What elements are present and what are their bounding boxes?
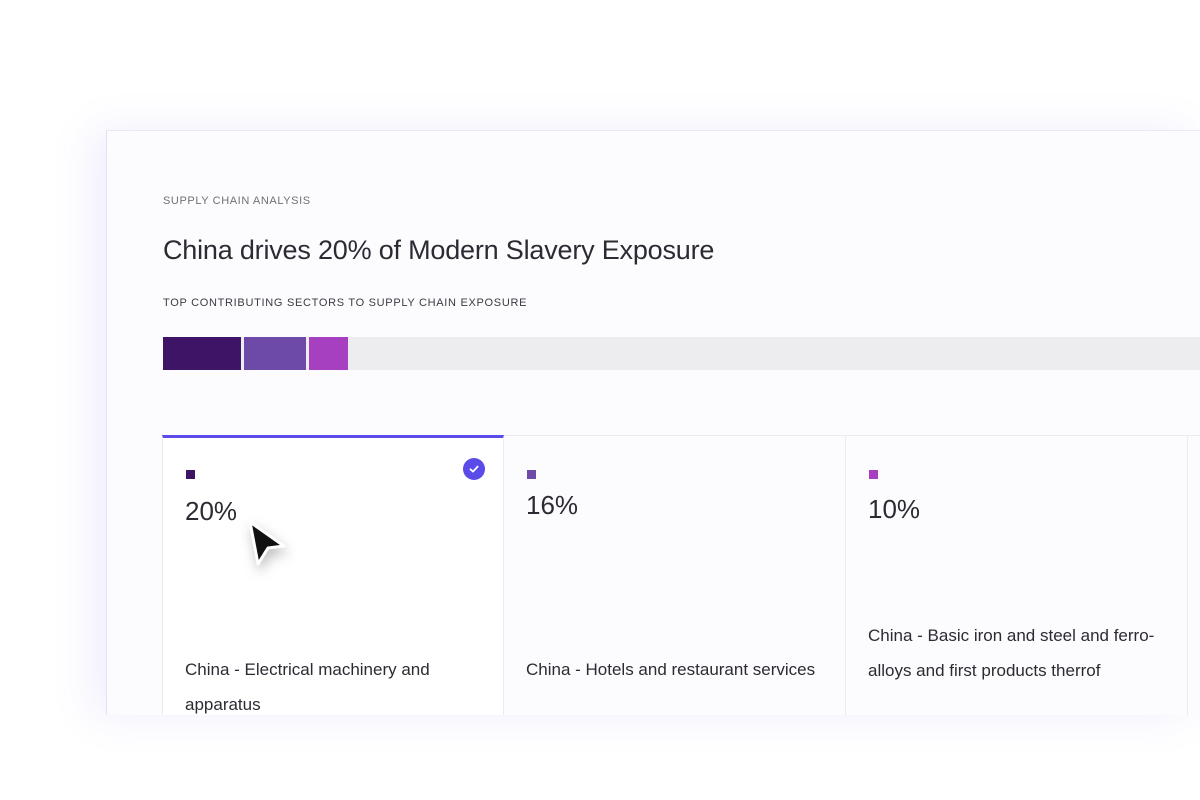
exposure-stacked-bar xyxy=(163,337,1200,370)
chart-subheading: TOP CONTRIBUTING SECTORS TO SUPPLY CHAIN… xyxy=(163,297,528,309)
legend-swatch xyxy=(869,470,878,479)
cursor-arrow-icon xyxy=(246,518,290,578)
sector-label: China - Basic iron and steel and ferro-a… xyxy=(868,626,1155,680)
sector-percent: 20% xyxy=(185,496,238,526)
screen: SUPPLY CHAIN ANALYSIS China drives 20% o… xyxy=(0,0,1200,800)
sector-label: China - Hotels and restaurant services xyxy=(526,660,816,679)
sector-percent: 10% xyxy=(868,494,921,524)
exposure-segment-2 xyxy=(244,337,307,370)
sector-card-2[interactable]: 16% China - Hotels and restaurant servic… xyxy=(504,435,846,715)
sector-percent: 16% xyxy=(526,490,579,520)
sector-card-4-partial[interactable] xyxy=(1188,435,1200,715)
analysis-panel: SUPPLY CHAIN ANALYSIS China drives 20% o… xyxy=(106,130,1200,715)
exposure-segment-1 xyxy=(163,337,241,370)
sector-card-3[interactable]: 10% China - Basic iron and steel and fer… xyxy=(846,435,1188,715)
legend-swatch xyxy=(186,470,195,479)
legend-swatch xyxy=(527,470,536,479)
page-title: China drives 20% of Modern Slavery Expos… xyxy=(163,235,715,265)
sector-card-1[interactable]: 20% China - Electrical machinery and app… xyxy=(162,435,504,715)
sector-cards: 20% China - Electrical machinery and app… xyxy=(162,435,1200,715)
section-eyebrow: SUPPLY CHAIN ANALYSIS xyxy=(163,195,311,207)
sector-label: China - Electrical machinery and apparat… xyxy=(185,660,430,714)
checkmark-icon xyxy=(463,458,485,480)
exposure-segment-3 xyxy=(309,337,349,370)
